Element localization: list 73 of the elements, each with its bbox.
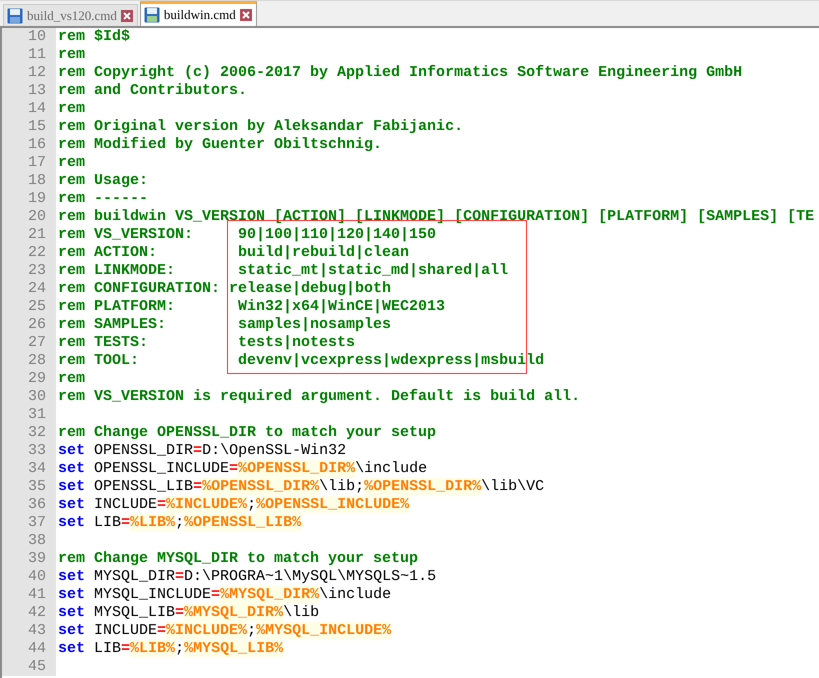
- code-line: rem ------: [57, 190, 150, 208]
- line-number: 35: [2, 478, 56, 496]
- line-number: 27: [2, 334, 56, 352]
- tab-label: buildwin.cmd: [164, 7, 236, 23]
- line-number: 34: [2, 460, 56, 478]
- code-line: rem and Contributors.: [57, 82, 248, 100]
- line-number: 11: [2, 46, 56, 64]
- line-number: 14: [2, 100, 56, 118]
- line-number: 40: [2, 568, 56, 586]
- code-line: rem Copyright (c) 2006-2017 by Applied Informatics Software Engineering GmbH: [57, 64, 744, 82]
- line-number: 13: [2, 82, 56, 100]
- line-number: 30: [2, 388, 56, 406]
- code-line: rem VS_VERSION: 90|100|110|120|140|150: [57, 226, 438, 244]
- code-line: rem CONFIGURATION: release|debug|both: [57, 280, 392, 298]
- code-line: rem Usage:: [57, 172, 150, 190]
- line-number: 20: [2, 208, 56, 226]
- code-line: rem SAMPLES: samples|nosamples: [57, 316, 392, 334]
- code-line: set LIB=%LIB%;%MYSQL_LIB%: [57, 640, 284, 658]
- code-line: set INCLUDE=%INCLUDE%;%MYSQL_INCLUDE%: [57, 622, 392, 640]
- line-number: 39: [2, 550, 56, 568]
- line-number: 33: [2, 442, 56, 460]
- line-number: 43: [2, 622, 56, 640]
- line-number: 29: [2, 370, 56, 388]
- code-line: set INCLUDE=%INCLUDE%;%OPENSSL_INCLUDE%: [57, 496, 410, 514]
- line-number: 36: [2, 496, 56, 514]
- close-icon[interactable]: [120, 10, 133, 22]
- code-line: set MYSQL_LIB=%MYSQL_DIR%\lib: [57, 604, 320, 622]
- line-number: 37: [2, 514, 56, 532]
- file-tab[interactable]: build_vs120.cmd: [3, 4, 138, 26]
- code-line: rem VS_VERSION is required argument. Default is build all.: [57, 388, 582, 406]
- code-line: rem: [57, 46, 86, 64]
- code-line: set OPENSSL_INCLUDE=%OPENSSL_DIR%\include: [57, 460, 428, 478]
- code-line: rem ACTION: build|rebuild|clean: [57, 244, 410, 262]
- file-tab[interactable]: buildwin.cmd: [140, 1, 257, 26]
- line-number: 26: [2, 316, 56, 334]
- code-line: set MYSQL_DIR=D:\PROGRA~1\MySQL\MYSQLS~1.5: [57, 568, 438, 586]
- code-line: set LIB=%LIB%;%OPENSSL_LIB%: [57, 514, 302, 532]
- code-line: rem Original version by Aleksandar Fabijanic.: [57, 118, 464, 136]
- line-number: 22: [2, 244, 56, 262]
- line-number: 17: [2, 154, 56, 172]
- code-line: set OPENSSL_LIB=%OPENSSL_DIR%\lib;%OPENSSL_DIR%\lib\VC: [57, 478, 546, 496]
- line-number: 19: [2, 190, 56, 208]
- line-number: 41: [2, 586, 56, 604]
- code-line: rem Modified by Guenter Obiltschnig.: [57, 136, 384, 154]
- line-number: 45: [2, 658, 56, 676]
- code-line: rem: [57, 370, 86, 388]
- code-line: set OPENSSL_DIR=D:\OpenSSL-Win32: [57, 442, 348, 460]
- line-number: 25: [2, 298, 56, 316]
- line-number: 38: [2, 532, 56, 550]
- line-number: 24: [2, 280, 56, 298]
- line-number: 15: [2, 118, 56, 136]
- line-number: 28: [2, 352, 56, 370]
- code-line: rem LINKMODE: static_mt|static_md|shared|all: [57, 262, 510, 280]
- code-line: rem Change OPENSSL_DIR to match your setup: [57, 424, 438, 442]
- code-line: rem Change MYSQL_DIR to match your setup: [57, 550, 420, 568]
- close-icon[interactable]: [240, 9, 252, 21]
- code-line: rem: [57, 100, 86, 118]
- line-number: 32: [2, 424, 56, 442]
- line-number: 18: [2, 172, 56, 190]
- line-number: 44: [2, 640, 56, 658]
- code-line: rem PLATFORM: Win32|x64|WinCE|WEC2013: [57, 298, 446, 316]
- line-number: 42: [2, 604, 56, 622]
- code-line: rem: [57, 154, 86, 172]
- line-number: 16: [2, 136, 56, 154]
- line-number: 31: [2, 406, 56, 424]
- code-line: set MYSQL_INCLUDE=%MYSQL_DIR%\include: [57, 586, 392, 604]
- line-number: 12: [2, 64, 56, 82]
- code-line: rem $Id$: [57, 28, 132, 46]
- code-line: rem TESTS: tests|notests: [57, 334, 356, 352]
- tab-label: build_vs120.cmd: [27, 8, 117, 24]
- line-number: 10: [2, 28, 56, 46]
- line-number: 23: [2, 262, 56, 280]
- line-number: 21: [2, 226, 56, 244]
